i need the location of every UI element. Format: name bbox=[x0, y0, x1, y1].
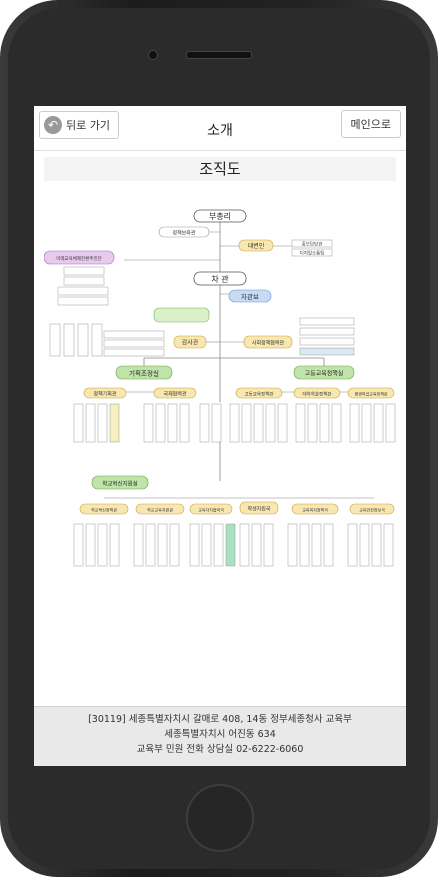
svg-text:교육자치협력국: 교육자치협력국 bbox=[198, 507, 224, 513]
svg-text:고등교육정책실: 고등교육정책실 bbox=[305, 370, 344, 378]
section-title: 조직도 bbox=[44, 157, 396, 181]
footer-contact: 교육부 민원 전화 상담실 02-6222-6060 bbox=[136, 744, 304, 755]
svg-text:차관보: 차관보 bbox=[241, 292, 259, 301]
svg-text:학생지원국: 학생지원국 bbox=[247, 506, 270, 513]
org-label-minister: 부총리 bbox=[209, 212, 231, 221]
svg-text:정책기획관: 정책기획관 bbox=[93, 391, 116, 398]
svg-text:평생직업교육정책관: 평생직업교육정책관 bbox=[354, 391, 387, 397]
svg-text:학교교육지원관: 학교교육지원관 bbox=[147, 507, 173, 513]
svg-text:대변인: 대변인 bbox=[248, 242, 265, 250]
svg-text:교육복지정책국: 교육복지정책국 bbox=[302, 507, 328, 513]
svg-text:홍보담당관: 홍보담당관 bbox=[302, 241, 323, 248]
svg-text:기획조정실: 기획조정실 bbox=[129, 369, 159, 378]
svg-text:미래교육체제전환추진단: 미래교육체제전환추진단 bbox=[56, 255, 102, 262]
svg-text:차 관: 차 관 bbox=[211, 274, 229, 284]
footer: [30119] 세종특별자치시 갈매로 408, 14동 정부세종청사 교육부 … bbox=[34, 706, 406, 766]
svg-text:학교혁신정책관: 학교혁신정책관 bbox=[91, 507, 117, 513]
org-chart: 부총리 정책보좌관 대변인 홍보담당관 디지털소통팀 미래교육체제전환추진단 차… bbox=[44, 209, 396, 567]
screen: ↶ 뒤로 가기 소개 메인으로 조직도 부총리 정책보좌관 대변인 홍보담당관 … bbox=[34, 106, 406, 766]
speaker-grille bbox=[186, 51, 252, 59]
svg-text:학교혁신지원실: 학교혁신지원실 bbox=[102, 480, 137, 488]
main-button[interactable]: 메인으로 bbox=[340, 110, 401, 138]
svg-text:감사관: 감사관 bbox=[182, 339, 199, 347]
top-bar: ↶ 뒤로 가기 소개 메인으로 bbox=[34, 106, 406, 151]
phone-frame: ↶ 뒤로 가기 소개 메인으로 조직도 부총리 정책보좌관 대변인 홍보담당관 … bbox=[0, 0, 438, 877]
svg-text:디지털소통팀: 디지털소통팀 bbox=[300, 250, 325, 257]
svg-text:고등교육정책관: 고등교육정책관 bbox=[245, 391, 274, 398]
svg-text:대학학술정책관: 대학학술정책관 bbox=[303, 391, 332, 398]
home-button[interactable] bbox=[186, 784, 254, 852]
footer-address-2: 세종특별자치시 어진동 634 bbox=[164, 729, 276, 740]
svg-text:교육안전정보국: 교육안전정보국 bbox=[359, 507, 385, 513]
svg-text:사회정책협력관: 사회정책협력관 bbox=[252, 340, 285, 347]
svg-text:국제협력관: 국제협력관 bbox=[163, 391, 186, 398]
svg-text:정책보좌관: 정책보좌관 bbox=[172, 230, 195, 237]
camera-icon bbox=[148, 50, 158, 60]
footer-address: [30119] 세종특별자치시 갈매로 408, 14동 정부세종청사 교육부 bbox=[88, 714, 352, 725]
